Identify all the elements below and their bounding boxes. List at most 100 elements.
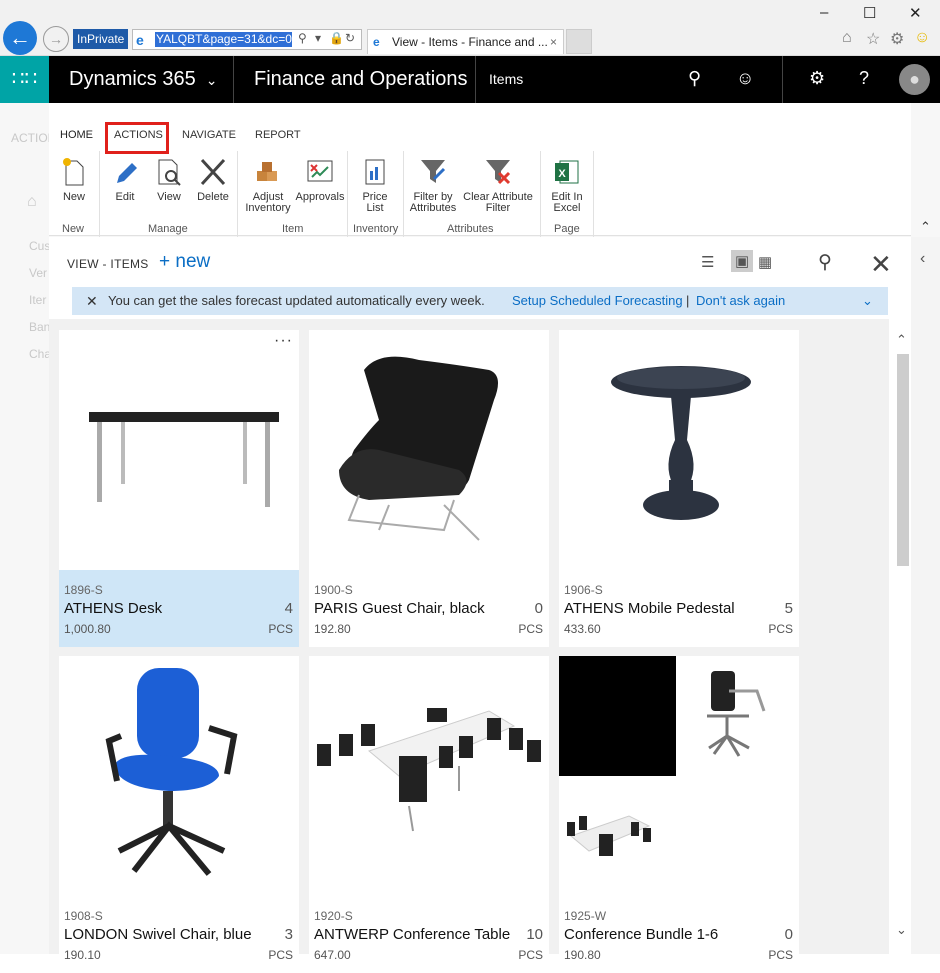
clear-attribute-filter-button[interactable]: Clear Attribute Filter (459, 157, 537, 214)
item-card[interactable]: 6 1925-W Conference Bundle 1-6 0 190.80 … (559, 656, 799, 973)
expand-pane-chevron-icon[interactable]: ‹ (920, 250, 925, 268)
pedestal-image (559, 330, 799, 570)
item-quantity: 10 (526, 926, 543, 943)
price-list-button[interactable]: Price List (357, 157, 393, 214)
help-icon[interactable]: ? (859, 68, 869, 89)
tab-home[interactable]: HOME (60, 129, 93, 141)
item-unit: PCS (268, 622, 293, 636)
action-pane: HOME ACTIONS NAVIGATE REPORT New Edit Vi… (49, 103, 911, 237)
view-button[interactable]: View (153, 157, 185, 203)
adjust-inventory-button[interactable]: Adjust Inventory (243, 157, 293, 214)
message-text: You can get the sales forecast updated a… (108, 293, 485, 308)
price-list-icon (357, 157, 393, 187)
card-view-icon[interactable]: ▣ (731, 250, 754, 272)
divider (347, 151, 348, 237)
divider (593, 151, 594, 237)
more-options-icon[interactable]: ··· (274, 332, 293, 350)
item-unit: PCS (768, 948, 793, 962)
tab-report[interactable]: REPORT (255, 129, 301, 141)
actions-tab-highlight (105, 122, 169, 154)
browser-tab[interactable]: e View - Items - Finance and ... × (367, 29, 564, 54)
delete-x-icon (195, 157, 231, 187)
search-icon[interactable]: ⚲ (688, 68, 701, 89)
smiley-feedback-icon[interactable]: ☺ (914, 29, 930, 47)
brand-menu[interactable]: Dynamics 365 ⌄ (69, 68, 217, 91)
item-number: 1925-W (564, 909, 607, 923)
favorites-star-icon[interactable]: ☆ (866, 29, 880, 49)
tab-close-icon[interactable]: × (550, 30, 557, 54)
collapse-ribbon-chevron-icon[interactable]: ⌃ (920, 219, 931, 235)
item-name[interactable]: ATHENS Mobile Pedestal (564, 600, 735, 617)
chevron-down-icon[interactable]: ⌄ (862, 287, 873, 315)
tile-view-icon[interactable]: ▦ (758, 253, 772, 271)
search-icon[interactable]: ⚲ (818, 251, 832, 274)
item-card[interactable]: ··· 1896-S ATHENS Desk 4 1,000.80 PCS (59, 330, 299, 647)
avatar[interactable]: ● (899, 64, 930, 95)
ie-logo-icon: e (136, 32, 144, 48)
dismiss-icon[interactable]: ✕ (86, 287, 98, 315)
new-button[interactable]: New (57, 157, 91, 203)
item-number: 1896-S (64, 583, 103, 597)
app-launcher-icon[interactable]: ∷∷ (0, 56, 49, 103)
scroll-down-icon[interactable]: ⌄ (896, 922, 907, 938)
view-label: View (157, 191, 181, 203)
bg-item: Cus (29, 239, 51, 253)
approvals-button[interactable]: Approvals (295, 157, 345, 203)
item-info: 1900-S PARIS Guest Chair, black 0 192.80… (309, 570, 549, 647)
close-window-icon[interactable]: ✕ (909, 4, 922, 22)
link-separator: | (686, 293, 690, 308)
dont-ask-again-link[interactable]: Don't ask again (696, 287, 785, 315)
forward-arrow-icon[interactable]: → (43, 26, 69, 52)
back-arrow-icon[interactable]: ← (3, 21, 37, 55)
setup-forecasting-link[interactable]: Setup Scheduled Forecasting (512, 287, 683, 315)
divider (782, 56, 783, 103)
item-card[interactable]: 1908-S LONDON Swivel Chair, blue 3 190.1… (59, 656, 299, 973)
search-icon[interactable]: ⚲ (298, 31, 307, 45)
item-name[interactable]: ANTWERP Conference Table (314, 926, 510, 943)
close-icon[interactable]: ✕ (870, 249, 892, 280)
new-item-link[interactable]: + new (159, 251, 210, 273)
item-card[interactable]: 1920-S ANTWERP Conference Table 10 647.0… (309, 656, 549, 973)
message-bar: ✕ You can get the sales forecast updated… (72, 287, 888, 315)
home-icon: ⌂ (27, 193, 37, 210)
view-title: VIEW - ITEMS (67, 257, 149, 271)
refresh-icon[interactable]: ↻ (345, 31, 355, 45)
filter-label-2: Attributes (409, 202, 457, 214)
item-name[interactable]: LONDON Swivel Chair, blue (64, 926, 252, 943)
desk-image (59, 330, 299, 570)
item-name[interactable]: Conference Bundle 1-6 (564, 926, 718, 943)
filter-by-attributes-button[interactable]: Filter by Attributes (407, 157, 459, 214)
scroll-up-icon[interactable]: ⌃ (896, 332, 907, 348)
smiley-feedback-icon[interactable]: ☺ (736, 68, 754, 89)
settings-gear-icon[interactable]: ⚙ (890, 29, 904, 49)
vertical-scrollbar[interactable]: ⌃ ⌄ (894, 332, 911, 954)
delete-label: Delete (197, 191, 229, 203)
edit-in-excel-button[interactable]: X Edit In Excel (547, 157, 587, 214)
bg-item: Ver (29, 266, 48, 280)
item-name[interactable]: ATHENS Desk (64, 600, 162, 617)
settings-gear-icon[interactable]: ⚙ (809, 68, 825, 89)
excel-label-2: Excel (553, 202, 581, 214)
minimize-icon[interactable]: – (820, 4, 828, 21)
item-info: 1906-S ATHENS Mobile Pedestal 5 433.60 P… (559, 570, 799, 647)
scroll-thumb[interactable] (897, 354, 909, 566)
item-name[interactable]: PARIS Guest Chair, black (314, 600, 485, 617)
browser-chrome: ← → InPrivate e YALQBT&page=31&dc=0 ⚲ ▾ … (0, 0, 940, 56)
delete-button[interactable]: Delete (195, 157, 231, 203)
tab-navigate[interactable]: NAVIGATE (182, 129, 236, 141)
new-tab-button[interactable] (566, 29, 592, 54)
item-card[interactable]: 1900-S PARIS Guest Chair, black 0 192.80… (309, 330, 549, 647)
address-url[interactable]: YALQBT&page=31&dc=0 (155, 32, 292, 47)
guest-chair-image (309, 330, 549, 570)
list-view-icon[interactable]: ☰ (701, 253, 714, 271)
home-icon[interactable]: ⌂ (842, 29, 852, 47)
top-navigation-bar: ∷∷ Dynamics 365 ⌄ Finance and Operations … (0, 56, 940, 103)
view-magnifier-icon (153, 157, 185, 187)
item-card[interactable]: 1906-S ATHENS Mobile Pedestal 5 433.60 P… (559, 330, 799, 647)
maximize-icon[interactable]: ☐ (863, 4, 876, 22)
edit-button[interactable]: Edit (109, 157, 141, 203)
dropdown-icon[interactable]: ▾ (315, 31, 321, 45)
address-bar[interactable]: e YALQBT&page=31&dc=0 ⚲ ▾ 🔒 ↻ (132, 29, 362, 50)
group-attributes-label: Attributes (447, 223, 494, 235)
item-unit: PCS (768, 622, 793, 636)
